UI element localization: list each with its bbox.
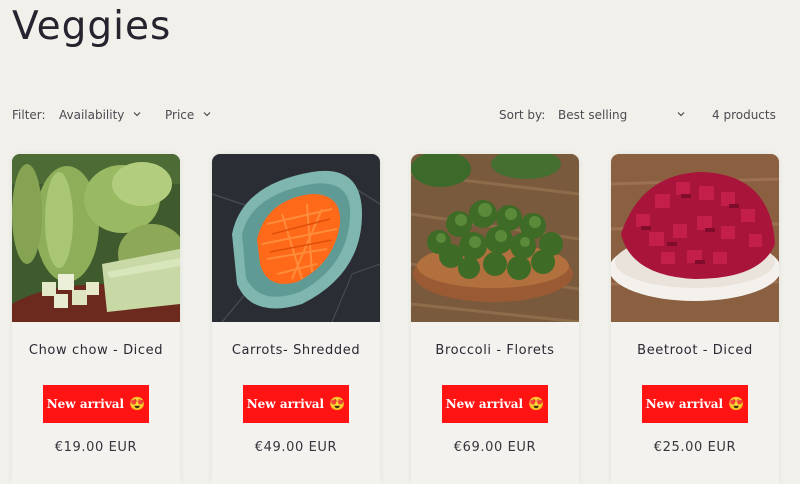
chevron-down-icon — [132, 109, 142, 119]
badge-label: New arrival — [445, 397, 524, 411]
filter-label: Filter: — [12, 108, 46, 122]
product-count: 4 products — [712, 108, 776, 122]
carrots-image[interactable] — [212, 154, 380, 322]
product-price: €69.00 EUR — [453, 440, 537, 455]
availability-filter[interactable]: Availability — [59, 108, 142, 122]
page-title: Veggies — [12, 4, 172, 49]
heart-eyes-icon: 😍 — [129, 396, 146, 412]
beetroot-image[interactable] — [611, 154, 779, 322]
new-arrival-badge: New arrival 😍 — [243, 385, 349, 423]
new-arrival-badge: New arrival 😍 — [642, 385, 748, 423]
heart-eyes-icon: 😍 — [728, 396, 745, 412]
product-card[interactable]: Beetroot - Diced New arrival 😍 €25.00 EU… — [611, 154, 779, 484]
product-name[interactable]: Beetroot - Diced — [611, 343, 779, 358]
badge-label: New arrival — [246, 397, 325, 411]
product-card[interactable]: Broccoli - Florets New arrival 😍 €69.00 … — [411, 154, 579, 484]
sort-label: Sort by: — [499, 108, 546, 122]
chow-chow-image[interactable] — [12, 154, 180, 322]
product-name[interactable]: Carrots- Shredded — [212, 343, 380, 358]
heart-eyes-icon: 😍 — [528, 396, 545, 412]
sort-select[interactable]: Best selling — [558, 108, 686, 122]
product-price: €25.00 EUR — [653, 440, 737, 455]
new-arrival-badge: New arrival 😍 — [442, 385, 548, 423]
product-name[interactable]: Chow chow - Diced — [12, 343, 180, 358]
availability-filter-label: Availability — [59, 108, 125, 122]
badge-label: New arrival — [46, 397, 125, 411]
product-price: €49.00 EUR — [254, 440, 338, 455]
filter-bar: Filter: Availability Price Sort by: Best… — [12, 108, 778, 126]
price-filter[interactable]: Price — [165, 108, 212, 122]
product-name[interactable]: Broccoli - Florets — [411, 343, 579, 358]
product-card[interactable]: Chow chow - Diced New arrival 😍 €19.00 E… — [12, 154, 180, 484]
heart-eyes-icon: 😍 — [329, 396, 346, 412]
price-filter-label: Price — [165, 108, 195, 122]
product-price: €19.00 EUR — [54, 440, 138, 455]
broccoli-image[interactable] — [411, 154, 579, 322]
new-arrival-badge: New arrival 😍 — [43, 385, 149, 423]
chevron-down-icon — [202, 109, 212, 119]
badge-label: New arrival — [645, 397, 724, 411]
product-card[interactable]: Carrots- Shredded New arrival 😍 €49.00 E… — [212, 154, 380, 484]
sort-select-value: Best selling — [558, 108, 628, 122]
chevron-down-icon — [676, 109, 686, 119]
